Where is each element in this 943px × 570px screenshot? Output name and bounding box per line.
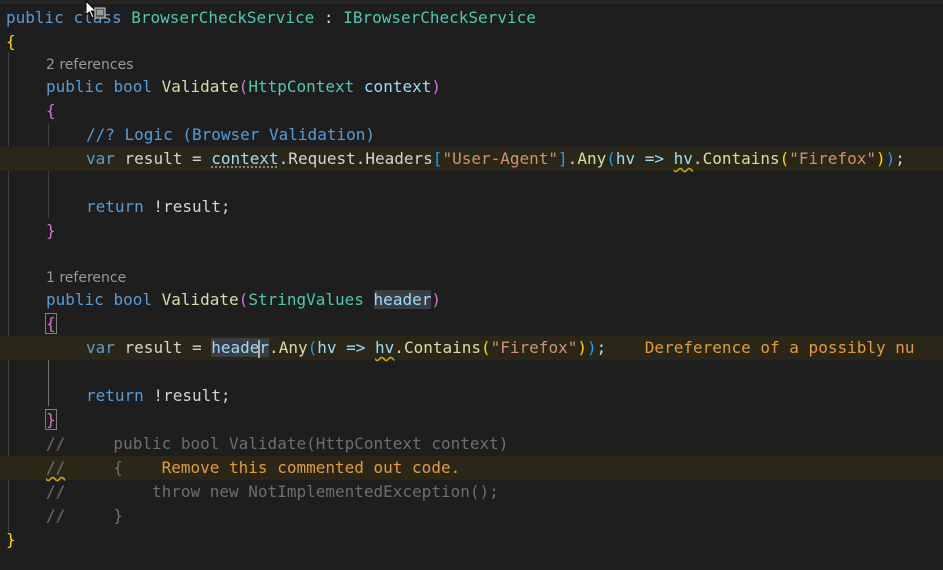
- commented-code: // throw new NotImplementedException();: [46, 482, 499, 501]
- result-assign: result =: [114, 338, 212, 357]
- any-call: Any: [577, 149, 607, 168]
- method2-close-brace: }: [45, 409, 57, 430]
- param-name: header: [373, 290, 432, 309]
- code-line-class-declaration[interactable]: public class BrowserCheckService : IBrow…: [0, 6, 943, 30]
- code-line-method2-result[interactable]: var result = header.Any(hv => hv.Contain…: [0, 336, 943, 360]
- codelens-references-2[interactable]: 1 reference: [46, 269, 126, 287]
- code-line-commented-2[interactable]: // { Remove this commented out code.: [0, 456, 943, 480]
- keyword-bool: bool: [113, 77, 152, 96]
- mouse-cursor-icon: [85, 0, 106, 19]
- string-firefox: "Firefox": [789, 149, 876, 168]
- editor-top-border: [0, 0, 943, 4]
- commented-slashes: //: [46, 458, 66, 477]
- codelens-references-1[interactable]: 2 references: [46, 56, 134, 74]
- interface-name: IBrowserCheckService: [343, 8, 536, 27]
- result-assign: result =: [114, 149, 212, 168]
- param-name: context: [363, 77, 432, 96]
- code-line-class-close-brace[interactable]: }: [0, 528, 943, 552]
- lambda-param: hv =>: [615, 149, 674, 168]
- keyword-public: public: [46, 290, 104, 309]
- code-line-method2-close-brace[interactable]: }: [0, 408, 943, 432]
- method1-close-brace: }: [46, 221, 56, 240]
- keyword-var: var: [86, 338, 115, 357]
- code-line-commented-1[interactable]: // public bool Validate(HttpContext cont…: [0, 432, 943, 456]
- method1-open-brace: {: [46, 101, 56, 120]
- commented-code: // }: [46, 506, 124, 525]
- inline-warning-commented-code[interactable]: Remove this commented out code.: [162, 458, 461, 477]
- method-name: Validate: [161, 77, 239, 96]
- param-type: StringValues: [248, 290, 364, 309]
- class-close-brace: }: [6, 530, 16, 549]
- return-expr: !result;: [143, 386, 231, 405]
- method-name: Validate: [161, 290, 239, 309]
- code-line-class-open-brace[interactable]: {: [0, 30, 943, 54]
- string-firefox: "Firefox": [490, 338, 578, 357]
- contains-call: Contains: [702, 149, 780, 168]
- header-ref: header: [211, 338, 270, 358]
- code-line-commented-4[interactable]: // }: [0, 504, 943, 528]
- keyword-return: return: [86, 197, 144, 216]
- code-line-method1-result[interactable]: var result = context.Request.Headers["Us…: [0, 147, 943, 171]
- return-expr: !result;: [143, 197, 231, 216]
- code-line-method1-signature[interactable]: public bool Validate(HttpContext context…: [0, 75, 943, 99]
- keyword-bool: bool: [113, 290, 152, 309]
- hv-ref: hv: [375, 338, 395, 357]
- code-line-method1-open-brace[interactable]: {: [0, 99, 943, 123]
- keyword-return: return: [86, 386, 144, 405]
- code-line-method2-return[interactable]: return !result;: [0, 384, 943, 408]
- keyword-public: public: [46, 77, 104, 96]
- string-user-agent: "User-Agent": [442, 149, 559, 168]
- class-open-brace: {: [6, 32, 16, 51]
- param-type: HttpContext: [248, 77, 355, 96]
- code-line-method2-signature[interactable]: public bool Validate(StringValues header…: [0, 288, 943, 312]
- comment-logic: //? Logic (Browser Validation): [86, 125, 375, 144]
- commented-code: {: [65, 458, 124, 477]
- request-headers: .Request.Headers: [278, 149, 433, 168]
- code-line-commented-3[interactable]: // throw new NotImplementedException();: [0, 480, 943, 504]
- lambda-param: hv =>: [317, 338, 376, 357]
- method2-open-brace: {: [45, 313, 57, 334]
- contains-call: Contains: [403, 338, 481, 357]
- any-call: Any: [278, 338, 308, 357]
- commented-code: // public bool Validate(HttpContext cont…: [46, 434, 509, 453]
- context-ref: context: [211, 149, 279, 168]
- colon: :: [314, 8, 344, 27]
- hv-ref: hv: [673, 149, 693, 168]
- code-editor[interactable]: public class BrowserCheckService : IBrow…: [0, 0, 943, 570]
- code-line-method1-close-brace[interactable]: }: [0, 219, 943, 243]
- inline-warning-dereference[interactable]: Dereference of a possibly nu: [645, 338, 915, 357]
- keyword-var: var: [86, 149, 115, 168]
- code-line-method1-comment[interactable]: //? Logic (Browser Validation): [0, 123, 943, 147]
- code-line-method2-open-brace[interactable]: {: [0, 312, 943, 336]
- code-line-method1-return[interactable]: return !result;: [0, 195, 943, 219]
- class-name: BrowserCheckService: [131, 8, 315, 27]
- keyword-public: public: [6, 8, 64, 27]
